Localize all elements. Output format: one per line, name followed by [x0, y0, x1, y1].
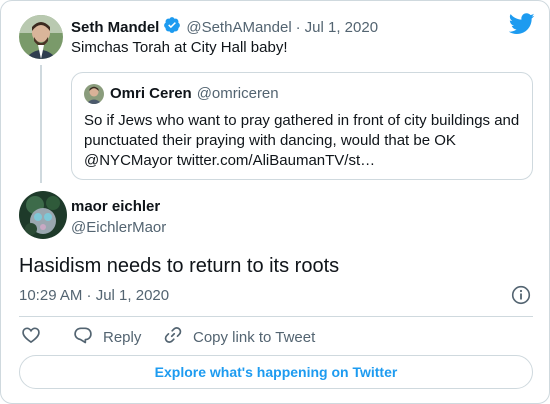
author-name[interactable]: maor eichler — [71, 198, 160, 215]
parent-author-handle[interactable]: @SethAMandel — [186, 19, 291, 36]
quoted-tweet-text: So if Jews who want to pray gathered in … — [84, 112, 520, 169]
copy-link-label: Copy link to Tweet — [193, 328, 316, 346]
explore-twitter-button[interactable]: Explore what's happening on Twitter — [19, 355, 533, 389]
quoted-tweet[interactable]: Omri Ceren @omriceren So if Jews who wan… — [71, 72, 533, 180]
reply-button[interactable]: Reply — [73, 325, 141, 349]
parent-author-row: Seth Mandel @SethAMandel · Jul 1, 2020 — [71, 16, 378, 39]
info-icon[interactable] — [511, 285, 531, 310]
quoted-author-row: Omri Ceren @omriceren — [110, 85, 279, 102]
like-button[interactable] — [21, 325, 51, 349]
copy-link-button[interactable]: Copy link to Tweet — [163, 325, 315, 349]
reply-bubble-icon — [73, 325, 103, 349]
parent-tweet-text: Simchas Torah at City Hall baby! — [71, 39, 288, 56]
quoted-author-handle: @omriceren — [196, 85, 279, 102]
parent-author-avatar[interactable] — [19, 15, 63, 59]
parent-tweet-date[interactable]: Jul 1, 2020 — [305, 19, 378, 36]
verified-badge-icon — [163, 16, 181, 39]
tweet-embed-card: Seth Mandel @SethAMandel · Jul 1, 2020 S… — [0, 0, 550, 404]
tweet-text: Hasidism needs to return to its roots — [19, 255, 340, 277]
author-avatar[interactable] — [19, 191, 67, 239]
quoted-author-name: Omri Ceren — [110, 85, 192, 102]
author-handle[interactable]: @EichlerMaor — [71, 219, 166, 236]
meta-separator: · — [295, 19, 301, 36]
reply-label: Reply — [103, 328, 142, 346]
quoted-author-avatar — [84, 84, 104, 104]
divider — [19, 316, 533, 317]
link-icon — [163, 325, 193, 349]
parent-author-name[interactable]: Seth Mandel — [71, 19, 159, 36]
tweet-timestamp[interactable]: 10:29 AM · Jul 1, 2020 — [19, 287, 169, 304]
heart-icon — [21, 325, 51, 349]
twitter-bird-icon[interactable] — [508, 13, 535, 40]
thread-connector-line — [40, 65, 42, 183]
